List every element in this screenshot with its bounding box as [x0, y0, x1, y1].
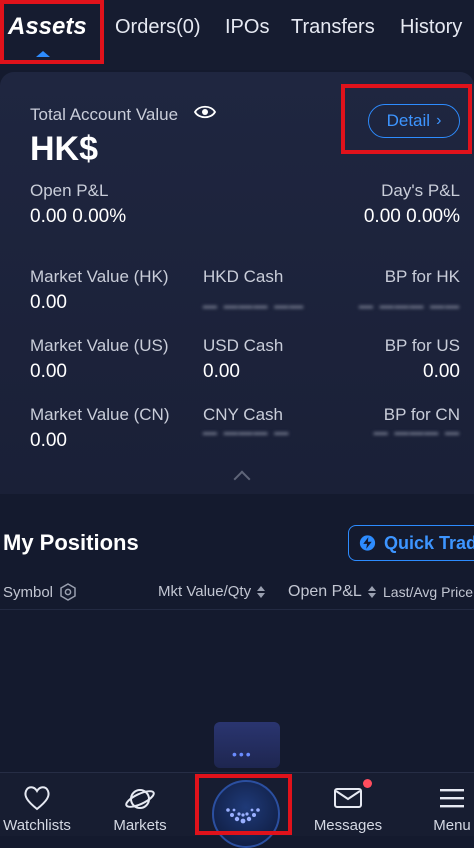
- day-pl-value: 0.00 0.00%: [363, 206, 460, 227]
- bp-hk-redacted: ▁ ▁▁▁ ▁▁: [358, 288, 460, 308]
- hkd-cash-redacted: ▁ ▁▁▁ ▁▁: [203, 288, 305, 308]
- nav-markets[interactable]: Markets: [100, 773, 180, 836]
- column-mkt-value-label: Mkt Value/Qty: [158, 583, 252, 600]
- nav-markets-label: Markets: [113, 817, 167, 834]
- sort-icon: [257, 585, 266, 598]
- quick-trade-label: Quick Trade: [383, 532, 474, 553]
- market-value-hk: 0.00: [30, 292, 67, 313]
- market-value-us-label: Market Value (US): [30, 336, 169, 355]
- messages-notification-badge: [363, 779, 372, 788]
- tab-history[interactable]: History: [400, 16, 462, 39]
- bp-us-value: 0.00: [423, 361, 460, 382]
- header-divider: [0, 609, 474, 610]
- usd-cash-label: USD Cash: [203, 336, 284, 355]
- cny-cash-redacted: ▔ ▔▔▔ ▔: [203, 433, 290, 453]
- column-symbol[interactable]: Symbol: [3, 583, 77, 601]
- market-value-cn-label: Market Value (CN): [30, 405, 170, 424]
- column-open-pl[interactable]: Open P&L: [288, 583, 376, 601]
- heart-icon: [24, 786, 50, 811]
- settings-hexagon-icon[interactable]: [59, 583, 77, 601]
- bp-cn-label: BP for CN: [383, 405, 460, 424]
- sort-icon: [367, 586, 376, 598]
- tab-orders[interactable]: Orders(0): [115, 16, 201, 39]
- market-value-hk-label: Market Value (HK): [30, 267, 169, 286]
- open-pl-label: Open P&L: [30, 181, 109, 200]
- column-symbol-label: Symbol: [3, 583, 54, 601]
- nav-menu[interactable]: Menu: [412, 773, 474, 836]
- quick-trade-button[interactable]: Quick Trade: [348, 525, 474, 561]
- bp-hk-label: BP for HK: [384, 267, 460, 286]
- highlight-box-detail: [341, 84, 472, 154]
- menu-icon: [440, 789, 464, 808]
- bp-cn-redacted: ▔ ▔▔▔ ▔: [373, 433, 460, 453]
- column-open-pl-label: Open P&L: [288, 583, 362, 600]
- envelope-icon: [334, 788, 362, 808]
- eye-icon[interactable]: [194, 104, 216, 120]
- total-account-value: HK$: [30, 130, 99, 168]
- nav-watchlists-label: Watchlists: [3, 817, 71, 834]
- column-last-avg-label: Last/Avg Price: [383, 584, 474, 600]
- hkd-cash-label: HKD Cash: [203, 267, 284, 286]
- market-value-us: 0.00: [30, 361, 67, 382]
- highlight-box-assets: [0, 0, 104, 64]
- cny-cash-label: CNY Cash: [203, 405, 283, 424]
- planet-icon: [125, 789, 155, 809]
- market-value-cn: 0.00: [30, 430, 67, 451]
- bp-us-label: BP for US: [384, 336, 460, 355]
- lightning-icon: [359, 535, 376, 551]
- tab-transfers[interactable]: Transfers: [291, 16, 375, 39]
- day-pl-label: Day's P&L: [381, 181, 460, 200]
- loading-dots-icon: •••: [232, 746, 253, 762]
- open-pl-value: 0.00 0.00%: [30, 206, 127, 227]
- nav-menu-label: Menu: [433, 817, 471, 834]
- total-account-value-label: Total Account Value: [30, 105, 179, 124]
- nav-watchlists[interactable]: Watchlists: [0, 773, 77, 836]
- highlight-box-home: [195, 774, 292, 835]
- nav-messages[interactable]: Messages: [308, 773, 388, 836]
- column-last-avg-price[interactable]: Last/Avg Price: [383, 584, 473, 600]
- nav-messages-label: Messages: [313, 817, 383, 834]
- usd-cash-value: 0.00: [203, 361, 240, 382]
- column-mkt-value-qty[interactable]: Mkt Value/Qty: [158, 583, 266, 600]
- tab-ipos[interactable]: IPOs: [225, 16, 269, 39]
- my-positions-title: My Positions: [3, 530, 139, 555]
